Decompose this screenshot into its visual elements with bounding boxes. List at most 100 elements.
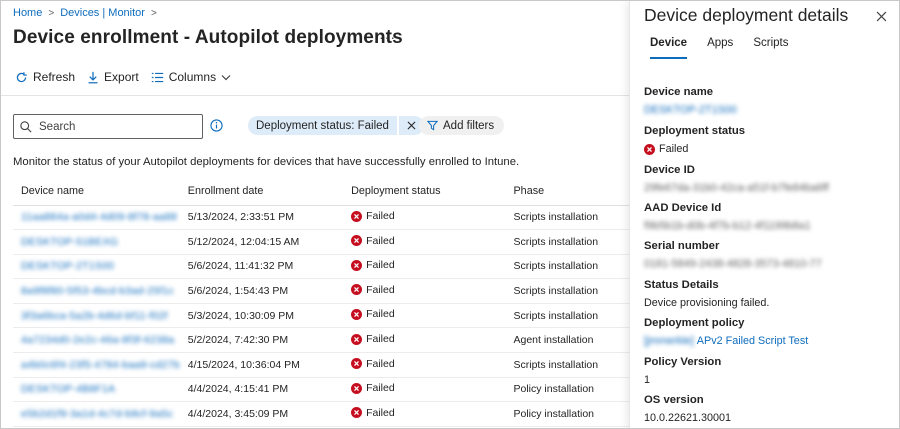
device-name-link[interactable]: 3f3a6bca-5a2b-4d6d-bf11-f02f (21, 310, 168, 322)
policy-prefix: [jmmerkle] (644, 335, 694, 347)
columns-label: Columns (168, 70, 217, 84)
os-version-value: 10.0.22621.30001 (644, 412, 732, 424)
status-text: Failed (366, 259, 395, 272)
tab-scripts[interactable]: Scripts (753, 37, 788, 59)
error-icon (351, 210, 363, 222)
info-icon[interactable] (210, 119, 223, 137)
tab-apps[interactable]: Apps (707, 37, 733, 59)
more-options-button[interactable]: ··· (379, 29, 396, 45)
close-icon (876, 11, 887, 22)
device-name-value[interactable]: DESKTOP-2T1S00 (644, 104, 737, 116)
status-filter-pill[interactable]: Deployment status: Failed (248, 116, 424, 135)
serial-number-label: Serial number (644, 240, 720, 252)
cell-device-name: DESKTOP-51BEXG (13, 229, 180, 255)
column-header-enrollment-date[interactable]: Enrollment date (179, 178, 344, 206)
status-text: Failed (366, 210, 395, 223)
table-row[interactable]: a4b0c6f4-23f5-4784-baa9-cd27b 4/15/2024, … (13, 352, 629, 378)
error-icon (351, 235, 363, 247)
cell-deployment-status: Failed (343, 205, 506, 231)
refresh-icon (16, 71, 27, 82)
page-description: Monitor the status of your Autopilot dep… (13, 156, 520, 168)
device-name-link[interactable]: DESKTOP-51BEXG (21, 236, 118, 248)
status-text: Failed (366, 234, 395, 247)
error-icon (351, 358, 363, 370)
table-row[interactable]: 3f3a6bca-5a2b-4d6d-bf11-f02f 5/3/2024, 10… (13, 303, 629, 329)
cell-enrollment-date: 5/2/2024, 7:42:30 PM (179, 327, 344, 354)
cell-device-name: 4a7234d0-2e2c-46a-8f3f-6238a (13, 327, 180, 354)
search-box[interactable] (13, 114, 203, 139)
status-badge: Failed (351, 333, 395, 345)
os-version-label: OS version (644, 394, 704, 406)
device-name-label: Device name (644, 86, 714, 98)
cell-phase: Scripts installation (505, 205, 629, 231)
page-title: Device enrollment - Autopilot deployment… (13, 27, 403, 48)
chevron-right-icon: > (48, 7, 55, 19)
breadcrumb: Home > Devices | Monitor > (13, 7, 157, 19)
serial-number-value: 0181-5849-2438-4828-3573-4810-77 (644, 258, 822, 270)
chevron-down-icon (221, 74, 231, 80)
device-name-link[interactable]: DESKTOP-4B8F1A (21, 383, 115, 395)
cell-deployment-status: Failed (343, 254, 506, 280)
error-icon (351, 382, 363, 394)
status-details-value: Device provisioning failed. (644, 297, 770, 309)
device-name-link[interactable]: a4b0c6f4-23f5-4784-baa9-cd27b (21, 359, 180, 371)
cell-enrollment-date: 5/3/2024, 10:30:09 PM (179, 303, 344, 329)
filter-pill-label[interactable]: Deployment status: Failed (248, 116, 397, 135)
chevron-right-icon: > (150, 7, 157, 19)
device-id-value: 29fe67da-31b0-42ca-a51f-b7fe84ba6ff (644, 182, 829, 194)
table-row[interactable]: 11aa884a-a0d4-4d09-8f78-aa88 5/13/2024, 2… (13, 205, 629, 231)
cell-deployment-status: Failed (343, 401, 506, 427)
table-row[interactable]: 8a9f8f80-5f53-4bcd-b3ad-25f1c 5/6/2024, 1… (13, 278, 629, 304)
refresh-button[interactable]: Refresh (15, 70, 75, 84)
error-icon (644, 143, 655, 155)
tab-device[interactable]: Device (650, 37, 688, 59)
deployment-status-label: Deployment status (644, 125, 746, 137)
table-header-row: Device name Enrollment date Deployment s… (13, 178, 629, 206)
columns-button[interactable]: Columns (151, 70, 231, 84)
column-header-device-name[interactable]: Device name (13, 178, 180, 206)
deployment-policy-link[interactable]: [jmmerkle] APv2 Failed Script Test (644, 335, 808, 347)
details-panel: Device deployment details Device Apps Sc… (629, 1, 899, 428)
cell-phase: Agent installation (505, 327, 629, 354)
panel-tabs: Device Apps Scripts (650, 37, 788, 59)
refresh-label: Refresh (33, 70, 76, 84)
cell-deployment-status: Failed (343, 327, 506, 354)
deployment-policy-label: Deployment policy (644, 317, 745, 329)
device-name-link[interactable]: 8a9f8f80-5f53-4bcd-b3ad-25f1c (21, 285, 174, 297)
device-name-link[interactable]: 4a7234d0-2e2c-46a-8f3f-6238a (21, 334, 174, 346)
close-panel-button[interactable] (876, 9, 887, 27)
cell-phase: Scripts installation (505, 352, 629, 378)
cell-phase: Scripts installation (505, 278, 629, 304)
device-name-link[interactable]: DESKTOP-2T1S00 (21, 260, 114, 272)
export-button[interactable]: Export (87, 70, 139, 84)
status-badge: Failed (351, 358, 395, 370)
policy-name[interactable]: APv2 Failed Script Test (697, 335, 808, 347)
cell-device-name: a4b0c6f4-23f5-4784-baa9-cd27b (13, 352, 180, 378)
status-text: Failed (366, 333, 395, 346)
status-badge: Failed (351, 284, 395, 296)
breadcrumb-devices-monitor[interactable]: Devices | Monitor (60, 7, 145, 19)
device-name-link[interactable]: e5b2d1f9-3a1d-4c7d-b9cf-9a5c (21, 408, 173, 420)
column-header-phase[interactable]: Phase (505, 178, 629, 206)
table-row[interactable]: 4a7234d0-2e2c-46a-8f3f-6238a 5/2/2024, 7:… (13, 327, 629, 354)
cell-enrollment-date: 4/15/2024, 10:36:04 PM (179, 352, 344, 378)
status-badge: Failed (351, 382, 395, 394)
search-input[interactable] (39, 120, 189, 133)
table-row[interactable]: DESKTOP-2T1S00 5/6/2024, 11:41:32 PM Faile… (13, 254, 629, 280)
breadcrumb-home[interactable]: Home (13, 7, 42, 19)
aad-device-id-label: AAD Device Id (644, 202, 722, 214)
table-row[interactable]: DESKTOP-4B8F1A 4/4/2024, 4:15:41 PM Failed… (13, 377, 629, 403)
cell-enrollment-date: 5/6/2024, 1:54:43 PM (179, 278, 344, 304)
table-row[interactable]: e5b2d1f9-3a1d-4c7d-b9cf-9a5c 4/4/2024, 3:… (13, 401, 629, 427)
table-row[interactable]: DESKTOP-51BEXG 5/12/2024, 12:04:15 AM Fail… (13, 229, 629, 255)
policy-version-value: 1 (644, 374, 651, 386)
cell-deployment-status: Failed (343, 377, 506, 403)
error-icon (351, 407, 363, 419)
add-filters-label: Add filters (443, 119, 495, 132)
cell-phase: Policy installation (505, 377, 629, 403)
cell-enrollment-date: 5/6/2024, 11:41:32 PM (179, 254, 344, 280)
deployments-table: Device name Enrollment date Deployment s… (13, 178, 629, 427)
add-filters-button[interactable]: Add filters (419, 116, 505, 135)
column-header-deployment-status[interactable]: Deployment status (343, 178, 506, 206)
device-name-link[interactable]: 11aa884a-a0d4-4d09-8f78-aa88 (21, 211, 177, 223)
